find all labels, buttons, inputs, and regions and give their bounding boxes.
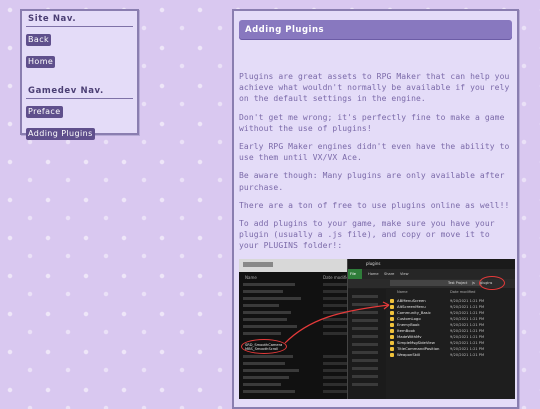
- paragraph: Be aware though: Many plugins are only a…: [239, 171, 505, 192]
- site-nav-panel: Site Nav. Back Home Gamedev Nav. Preface…: [20, 9, 139, 140]
- plugins-folder-screenshot: Name Date modified SRD_SmoothCamera MBS_…: [239, 258, 515, 399]
- paragraph: Plugins are great assets to RPG Maker th…: [239, 72, 510, 104]
- paragraph: Don't get me wrong; it's perfectly fine …: [239, 112, 505, 133]
- back-link[interactable]: Back: [26, 34, 52, 46]
- home-link[interactable]: Home: [26, 56, 56, 68]
- gamedev-nav-heading: Gamedev Nav.: [26, 86, 133, 99]
- paragraph: To add plugins to your game, make sure y…: [239, 219, 495, 251]
- preface-link[interactable]: Preface: [26, 106, 63, 118]
- annotation-arrow: [284, 301, 390, 344]
- content-panel[interactable]: Adding Plugins Plugins are great assets …: [232, 9, 519, 409]
- page-title: Adding Plugins: [239, 20, 512, 40]
- site-nav-heading: Site Nav.: [26, 14, 133, 27]
- adding-plugins-link[interactable]: Adding Plugins: [26, 128, 95, 140]
- paragraph: Early RPG Maker engines didn't even have…: [239, 142, 510, 163]
- paragraph: There are a ton of free to use plugins o…: [239, 200, 510, 210]
